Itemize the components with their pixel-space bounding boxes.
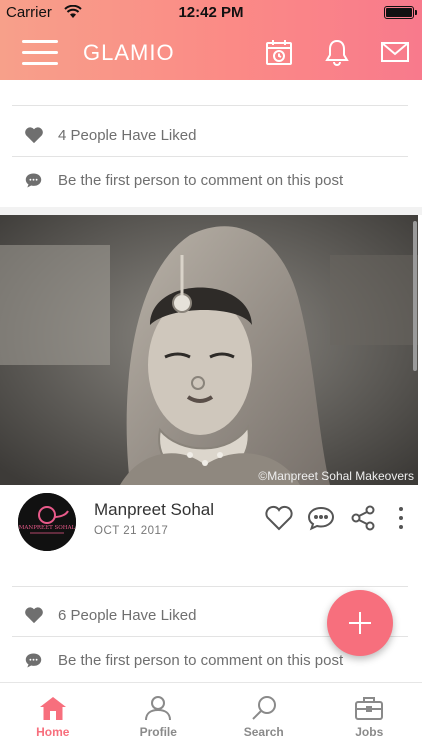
- mail-icon[interactable]: [380, 38, 410, 71]
- status-time: 12:42 PM: [178, 4, 244, 21]
- comment-icon[interactable]: [306, 505, 336, 536]
- divider: [12, 105, 408, 106]
- app-header: GLAMIO: [0, 26, 422, 80]
- post-author: MANPREET SOHAL Manpreet Sohal OCT 21 201…: [0, 485, 422, 555]
- likes-count: 6 People Have Liked: [58, 606, 197, 624]
- likes-row[interactable]: 4 People Have Liked: [24, 120, 408, 150]
- post-date: OCT 21 2017: [94, 525, 169, 537]
- likes-count: 4 People Have Liked: [58, 126, 197, 144]
- status-bar: Carrier 12:42 PM: [0, 0, 422, 26]
- app-title: GLAMIO: [83, 40, 175, 65]
- tab-label-jobs: Jobs: [355, 725, 384, 739]
- post-photo[interactable]: ©Manpreet Sohal Makeovers: [0, 215, 418, 485]
- divider: [12, 586, 408, 587]
- menu-icon[interactable]: [22, 40, 58, 66]
- plus-icon: [349, 612, 371, 634]
- avatar[interactable]: MANPREET SOHAL: [18, 493, 76, 551]
- scroll-indicator: [413, 221, 417, 371]
- comment-row[interactable]: Be the first person to comment on this p…: [24, 165, 408, 195]
- tab-search[interactable]: Search: [211, 683, 317, 750]
- profile-icon: [145, 696, 172, 721]
- comment-prompt: Be the first person to comment on this p…: [58, 171, 344, 189]
- bell-icon[interactable]: [323, 38, 351, 71]
- comment-bubble-icon: [24, 172, 46, 189]
- bottom-tab-bar: Home Profile Search Jobs: [0, 682, 422, 750]
- tab-label-profile: Profile: [139, 725, 177, 739]
- divider: [12, 156, 408, 157]
- tab-jobs[interactable]: Jobs: [317, 683, 422, 750]
- add-post-button[interactable]: [327, 590, 393, 656]
- post-card: 4 People Have Liked Be the first person …: [0, 80, 422, 207]
- share-icon[interactable]: [350, 505, 376, 536]
- battery-icon: [384, 6, 417, 19]
- tab-profile[interactable]: Profile: [106, 683, 212, 750]
- tab-home[interactable]: Home: [0, 683, 106, 750]
- tab-label-home: Home: [36, 725, 70, 739]
- calendar-icon[interactable]: [265, 38, 293, 71]
- avatar-logo-text: MANPREET SOHAL: [19, 525, 76, 531]
- author-name[interactable]: Manpreet Sohal: [94, 500, 214, 520]
- home-icon: [39, 697, 66, 720]
- tab-label-search: Search: [243, 725, 284, 739]
- top-bar: Carrier 12:42 PM GLAMIO: [0, 0, 422, 80]
- comment-prompt: Be the first person to comment on this p…: [58, 651, 344, 669]
- like-heart-icon[interactable]: [264, 505, 294, 536]
- heart-filled-icon: [24, 606, 46, 624]
- more-options-icon[interactable]: [396, 505, 406, 536]
- comment-bubble-icon: [24, 652, 46, 669]
- heart-filled-icon: [24, 126, 46, 144]
- briefcase-icon: [355, 697, 384, 720]
- search-icon: [252, 696, 276, 720]
- photo-credit: ©Manpreet Sohal Makeovers: [258, 469, 414, 483]
